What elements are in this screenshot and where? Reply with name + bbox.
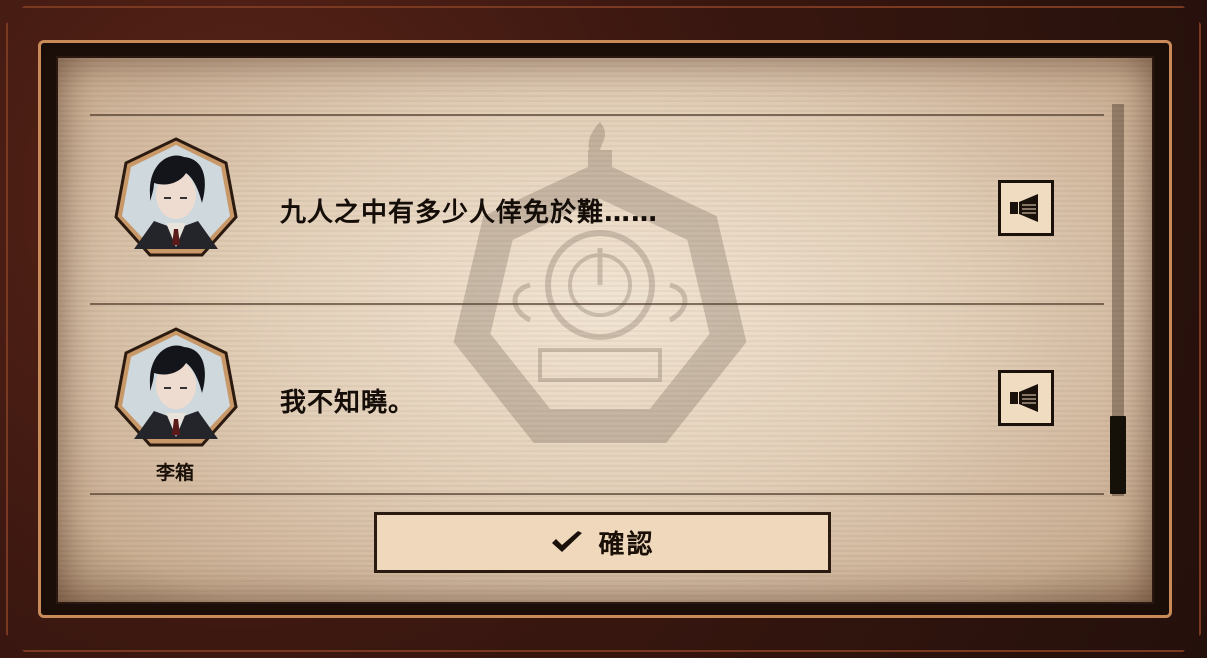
voice-replay-button[interactable]: [998, 370, 1054, 426]
speaker-name: 李箱: [155, 462, 194, 484]
character-portrait: [114, 137, 238, 257]
dialogue-text: 我不知曉。: [280, 387, 416, 418]
voice-replay-button[interactable]: [998, 180, 1054, 236]
checkmark-icon: [552, 530, 583, 552]
speaker-icon: [1010, 194, 1038, 222]
confirm-button[interactable]: 確認: [374, 512, 831, 573]
row-divider: [90, 114, 1104, 116]
dialogue-text: 九人之中有多少人倖免於難……: [280, 197, 659, 228]
scrollbar-thumb[interactable]: [1110, 416, 1126, 494]
row-divider: [90, 493, 1104, 495]
speaker-icon: [1010, 384, 1038, 412]
confirm-label: 確認: [598, 530, 655, 560]
row-divider: [90, 303, 1104, 305]
log-entry: 李箱 我不知曉。: [90, 307, 1104, 493]
character-portrait: [114, 327, 238, 447]
log-entry: 九人之中有多少人倖免於難……: [90, 117, 1104, 303]
